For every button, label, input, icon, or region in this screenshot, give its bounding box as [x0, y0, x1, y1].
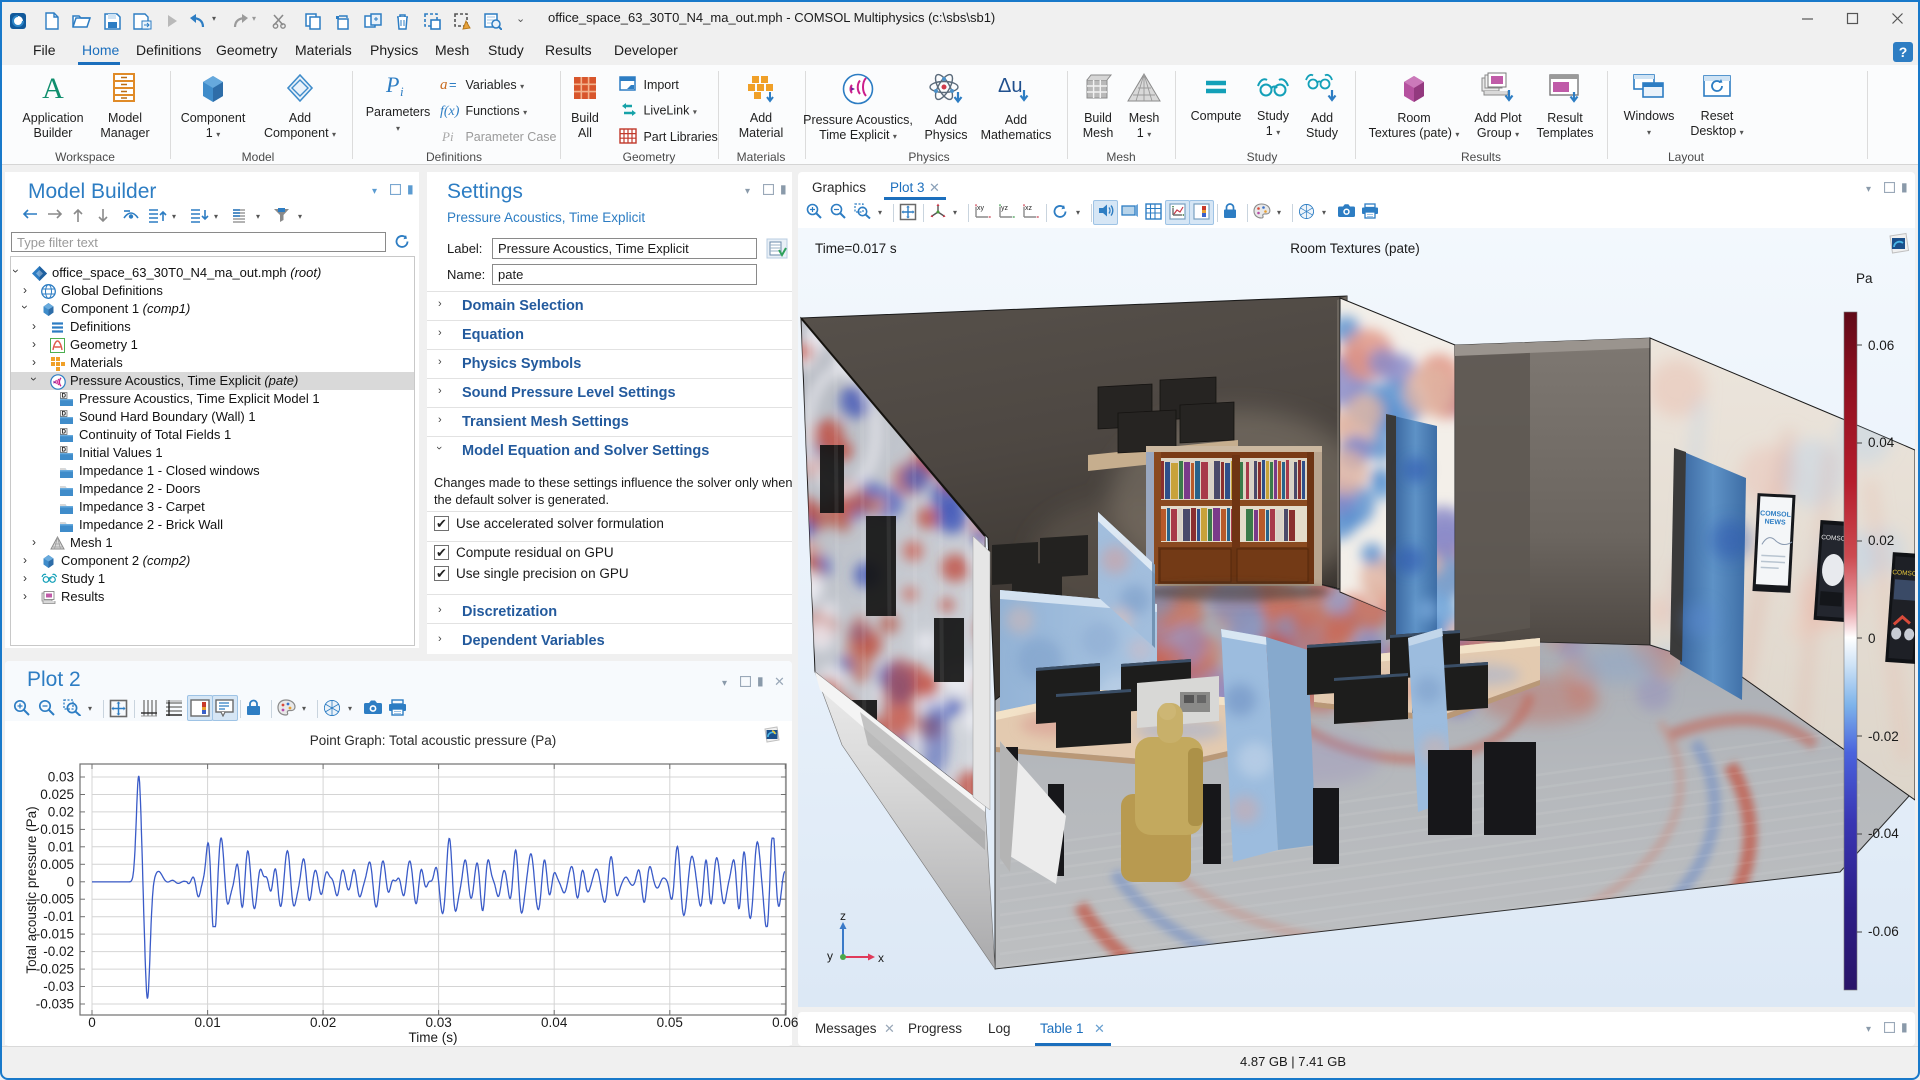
svg-text:Time (s): Time (s) — [409, 1030, 458, 1045]
svg-text:0: 0 — [1868, 631, 1876, 646]
svg-text:z: z — [840, 909, 846, 923]
svg-text:0.01: 0.01 — [194, 1015, 220, 1030]
svg-text:Total acoustic pressure (Pa): Total acoustic pressure (Pa) — [24, 806, 39, 973]
svg-text:yz: yz — [1001, 205, 1009, 212]
svg-text:-0.04: -0.04 — [1868, 826, 1899, 841]
svg-text:-0.03: -0.03 — [43, 979, 74, 994]
svg-text:0: 0 — [66, 874, 74, 889]
svg-text:xy: xy — [977, 205, 985, 212]
svg-text:Room Textures (pate): Room Textures (pate) — [1290, 241, 1420, 256]
svg-text:x: x — [878, 951, 884, 965]
svg-text:-0.02: -0.02 — [1868, 729, 1899, 744]
svg-text:-0.035: -0.035 — [36, 997, 74, 1012]
svg-text:0.03: 0.03 — [48, 770, 74, 785]
svg-text:0.005: 0.005 — [40, 857, 74, 872]
svg-text:0.06: 0.06 — [1868, 338, 1894, 353]
svg-text:0.04: 0.04 — [541, 1015, 568, 1030]
svg-text:0.06: 0.06 — [772, 1015, 798, 1030]
svg-text:-0.02: -0.02 — [43, 944, 74, 959]
svg-text:Point Graph: Total acoustic pr: Point Graph: Total acoustic pressure (Pa… — [310, 733, 557, 748]
svg-text:NEWS: NEWS — [1764, 518, 1786, 526]
svg-text:0.01: 0.01 — [48, 839, 74, 854]
svg-text:0.05: 0.05 — [657, 1015, 683, 1030]
svg-text:Pa: Pa — [1856, 271, 1873, 286]
svg-text:xz: xz — [1025, 205, 1033, 212]
svg-text:-0.01: -0.01 — [43, 909, 74, 924]
svg-text:0: 0 — [88, 1015, 96, 1030]
svg-text:y: y — [827, 949, 833, 963]
svg-text:0.025: 0.025 — [40, 787, 74, 802]
svg-text:-0.005: -0.005 — [36, 892, 74, 907]
svg-text:0.015: 0.015 — [40, 822, 74, 837]
svg-text:-0.06: -0.06 — [1868, 924, 1899, 939]
svg-text:0.02: 0.02 — [310, 1015, 336, 1030]
svg-text:-0.025: -0.025 — [36, 962, 74, 977]
svg-text:0.02: 0.02 — [1868, 533, 1894, 548]
svg-text:0.03: 0.03 — [425, 1015, 451, 1030]
svg-text:0.04: 0.04 — [1868, 435, 1895, 450]
svg-text:0.02: 0.02 — [48, 804, 74, 819]
svg-text:Time=0.017 s: Time=0.017 s — [815, 241, 897, 256]
svg-text:Δu: Δu — [998, 75, 1022, 97]
svg-text:-0.015: -0.015 — [36, 927, 74, 942]
